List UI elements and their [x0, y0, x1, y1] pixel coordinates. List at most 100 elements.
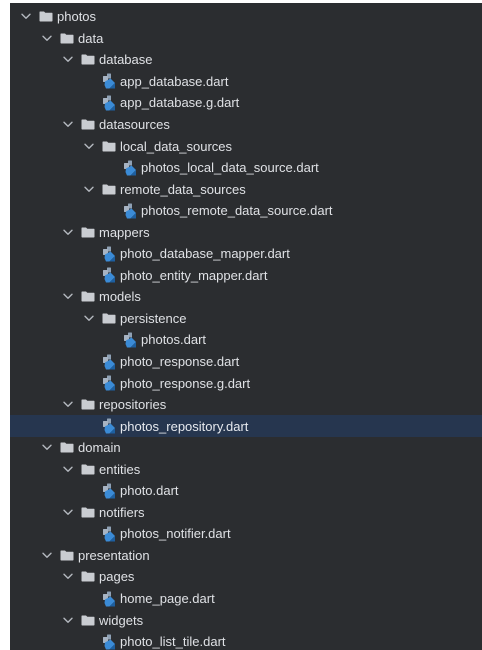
dart-file-icon [102, 375, 116, 391]
tree-file-photos_notifier-dart[interactable]: photos_notifier.dart [10, 523, 482, 545]
tree-file-photo_database_mapper-dart[interactable]: photo_database_mapper.dart [10, 243, 482, 265]
tree-folder-mappers[interactable]: mappers [10, 221, 482, 243]
chevron-down-icon[interactable] [19, 10, 33, 24]
folder-label: photos [57, 9, 97, 25]
folder-icon [81, 507, 95, 518]
folder-icon [81, 615, 95, 626]
tree-file-photo_response-dart[interactable]: photo_response.dart [10, 351, 482, 373]
folder-icon [81, 399, 95, 410]
file-label: photo_entity_mapper.dart [120, 267, 268, 283]
dart-file-icon [102, 95, 116, 111]
chevron-down-icon[interactable] [61, 398, 75, 412]
dart-file-icon [102, 526, 116, 542]
tree-folder-data[interactable]: data [10, 28, 482, 50]
folder-icon [81, 227, 95, 238]
file-label: photo_database_mapper.dart [120, 246, 290, 262]
dart-file-icon [102, 267, 116, 283]
chevron-down-icon[interactable] [82, 182, 96, 196]
folder-icon [102, 141, 116, 152]
file-label: app_database.dart [120, 73, 229, 89]
folder-icon [81, 291, 95, 302]
folder-label: entities [99, 461, 141, 477]
tree-folder-datasources[interactable]: datasources [10, 114, 482, 136]
folder-icon [81, 119, 95, 130]
dart-file-icon [102, 483, 116, 499]
file-label: photo_response.dart [120, 354, 240, 370]
folder-label: presentation [78, 547, 150, 563]
folder-label: mappers [99, 224, 150, 240]
folder-label: models [99, 289, 141, 305]
chevron-down-icon[interactable] [40, 441, 54, 455]
project-tree: photos data database app_database.dart app_d… [10, 3, 482, 650]
tree-file-photos_remote_data_source-dart[interactable]: photos_remote_data_source.dart [10, 200, 482, 222]
folder-icon [60, 33, 74, 44]
file-label: app_database.g.dart [120, 95, 240, 111]
dart-file-icon [123, 203, 137, 219]
tree-folder-persistence[interactable]: persistence [10, 308, 482, 330]
chevron-down-icon[interactable] [82, 311, 96, 325]
folder-icon [81, 54, 95, 65]
project-tree-panel: photos data database app_database.dart app_d… [10, 3, 482, 650]
tree-folder-notifiers[interactable]: notifiers [10, 502, 482, 524]
dart-file-icon [102, 73, 116, 89]
tree-folder-models[interactable]: models [10, 286, 482, 308]
dart-file-icon [102, 634, 116, 650]
tree-folder-domain[interactable]: domain [10, 437, 482, 459]
folder-icon [102, 313, 116, 324]
dart-file-icon [102, 418, 116, 434]
tree-folder-pages[interactable]: pages [10, 566, 482, 588]
dart-file-icon [102, 246, 116, 262]
tree-file-photo_response-g-dart[interactable]: photo_response.g.dart [10, 372, 482, 394]
tree-file-app_database-g-dart[interactable]: app_database.g.dart [10, 92, 482, 114]
tree-folder-entities[interactable]: entities [10, 458, 482, 480]
folder-icon [60, 550, 74, 561]
folder-icon [81, 464, 95, 475]
chevron-down-icon[interactable] [61, 53, 75, 67]
tree-file-photo_list_tile-dart[interactable]: photo_list_tile.dart [10, 631, 482, 650]
folder-label: notifiers [99, 504, 145, 520]
file-label: home_page.dart [120, 591, 215, 607]
tree-folder-database[interactable]: database [10, 49, 482, 71]
tree-folder-widgets[interactable]: widgets [10, 609, 482, 631]
tree-folder-presentation[interactable]: presentation [10, 545, 482, 567]
tree-folder-photos[interactable]: photos [10, 6, 482, 28]
tree-file-photo-dart[interactable]: photo.dart [10, 480, 482, 502]
chevron-down-icon[interactable] [61, 462, 75, 476]
folder-label: remote_data_sources [120, 181, 246, 197]
file-label: photos_local_data_source.dart [141, 160, 319, 176]
chevron-down-icon[interactable] [40, 31, 54, 45]
folder-label: data [78, 30, 104, 46]
folder-label: database [99, 52, 153, 68]
chevron-down-icon[interactable] [61, 570, 75, 584]
chevron-down-icon[interactable] [61, 505, 75, 519]
chevron-down-icon[interactable] [40, 548, 54, 562]
dart-file-icon [123, 160, 137, 176]
folder-label: domain [78, 440, 121, 456]
tree-file-photos-dart[interactable]: photos.dart [10, 329, 482, 351]
tree-folder-repositories[interactable]: repositories [10, 394, 482, 416]
folder-label: widgets [99, 612, 144, 628]
chevron-down-icon[interactable] [61, 118, 75, 132]
chevron-down-icon[interactable] [61, 290, 75, 304]
chevron-down-icon[interactable] [82, 139, 96, 153]
tree-file-photo_entity_mapper-dart[interactable]: photo_entity_mapper.dart [10, 265, 482, 287]
tree-file-photos_local_data_source-dart[interactable]: photos_local_data_source.dart [10, 157, 482, 179]
chevron-down-icon[interactable] [61, 225, 75, 239]
dart-file-icon [102, 591, 116, 607]
file-label: photos.dart [141, 332, 207, 348]
tree-file-photos_repository-dart[interactable]: photos_repository.dart [10, 415, 482, 437]
folder-label: datasources [99, 117, 170, 132]
file-label: photos_remote_data_source.dart [141, 203, 333, 219]
file-label: photo_list_tile.dart [120, 634, 226, 650]
file-label: photo_response.g.dart [120, 375, 251, 391]
folder-icon [39, 11, 53, 22]
tree-folder-remote_data_sources[interactable]: remote_data_sources [10, 178, 482, 200]
folder-icon [102, 184, 116, 195]
chevron-down-icon[interactable] [61, 613, 75, 627]
tree-folder-local_data_sources[interactable]: local_data_sources [10, 135, 482, 157]
file-label: photos_repository.dart [120, 418, 249, 434]
tree-file-home_page-dart[interactable]: home_page.dart [10, 588, 482, 610]
folder-icon [60, 442, 74, 453]
tree-file-app_database-dart[interactable]: app_database.dart [10, 71, 482, 93]
folder-label: persistence [120, 310, 187, 326]
